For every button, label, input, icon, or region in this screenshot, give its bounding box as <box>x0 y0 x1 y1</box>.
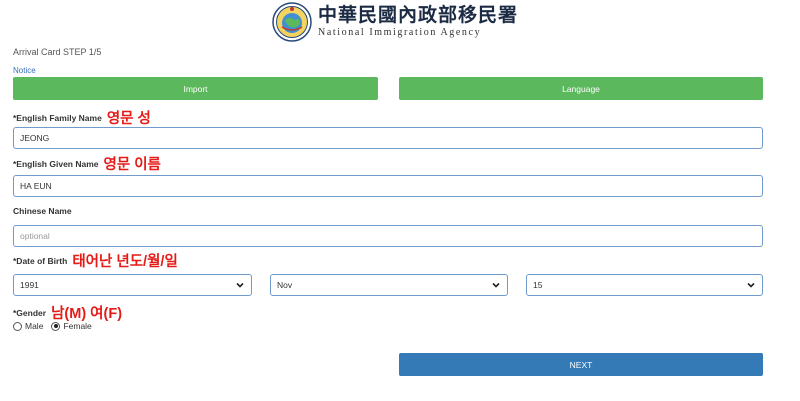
agency-english-name: National Immigration Agency <box>318 27 482 38</box>
step-indicator: Arrival Card STEP 1/5 <box>13 47 102 57</box>
chevron-down-icon <box>492 282 500 288</box>
gender-female-radio[interactable] <box>51 321 61 331</box>
dob-month-select[interactable]: Nov <box>270 274 508 296</box>
given-name-input[interactable] <box>13 175 763 197</box>
family-name-label: *English Family Name <box>13 112 102 123</box>
dob-day-select[interactable]: 15 <box>526 274 763 296</box>
gender-label-row: *Gender 남(M) 여(F) <box>13 302 122 323</box>
dob-day-value: 15 <box>533 280 543 290</box>
gender-female-label: Female <box>63 321 92 331</box>
dob-label-row: *Date of Birth 태어난 년도/월/일 <box>13 250 178 271</box>
dob-year-value: 1991 <box>20 280 39 290</box>
agency-header: 中華民國內政部移民署 National Immigration Agency <box>272 2 518 42</box>
gender-annotation: 남(M) 여(F) <box>51 306 123 322</box>
chevron-down-icon <box>236 282 244 288</box>
family-name-label-row: *English Family Name 영문 성 <box>13 107 151 128</box>
chinese-name-label: Chinese Name <box>13 206 72 216</box>
dob-month-value: Nov <box>277 280 293 290</box>
immigration-agency-logo-icon <box>272 2 312 42</box>
gender-male-radio[interactable] <box>13 321 22 331</box>
given-name-label-row: *English Given Name 영문 이름 <box>13 153 161 174</box>
chevron-down-icon <box>747 282 755 288</box>
given-name-annotation: 영문 이름 <box>103 157 161 173</box>
dob-year-select[interactable]: 1991 <box>13 274 252 296</box>
gender-male-label: Male <box>25 321 44 331</box>
next-button[interactable]: NEXT <box>399 353 763 376</box>
gender-male-option[interactable]: Male <box>13 321 43 331</box>
import-button[interactable]: Import <box>13 77 378 100</box>
chinese-name-label-row: Chinese Name <box>13 206 72 216</box>
family-name-input[interactable] <box>13 127 763 149</box>
gender-radio-group: Male Female <box>13 321 100 331</box>
chinese-name-input[interactable] <box>13 225 763 247</box>
gender-label: *Gender <box>13 307 47 318</box>
given-name-label: *English Given Name <box>13 158 99 169</box>
dob-annotation: 태어난 년도/월/일 <box>72 254 178 270</box>
family-name-annotation: 영문 성 <box>106 111 151 127</box>
language-button[interactable]: Language <box>399 77 763 100</box>
gender-female-option[interactable]: Female <box>51 321 92 331</box>
agency-chinese-name: 中華民國內政部移民署 <box>318 4 519 26</box>
dob-label: *Date of Birth <box>13 255 68 266</box>
notice-link[interactable]: Notice <box>13 66 36 75</box>
